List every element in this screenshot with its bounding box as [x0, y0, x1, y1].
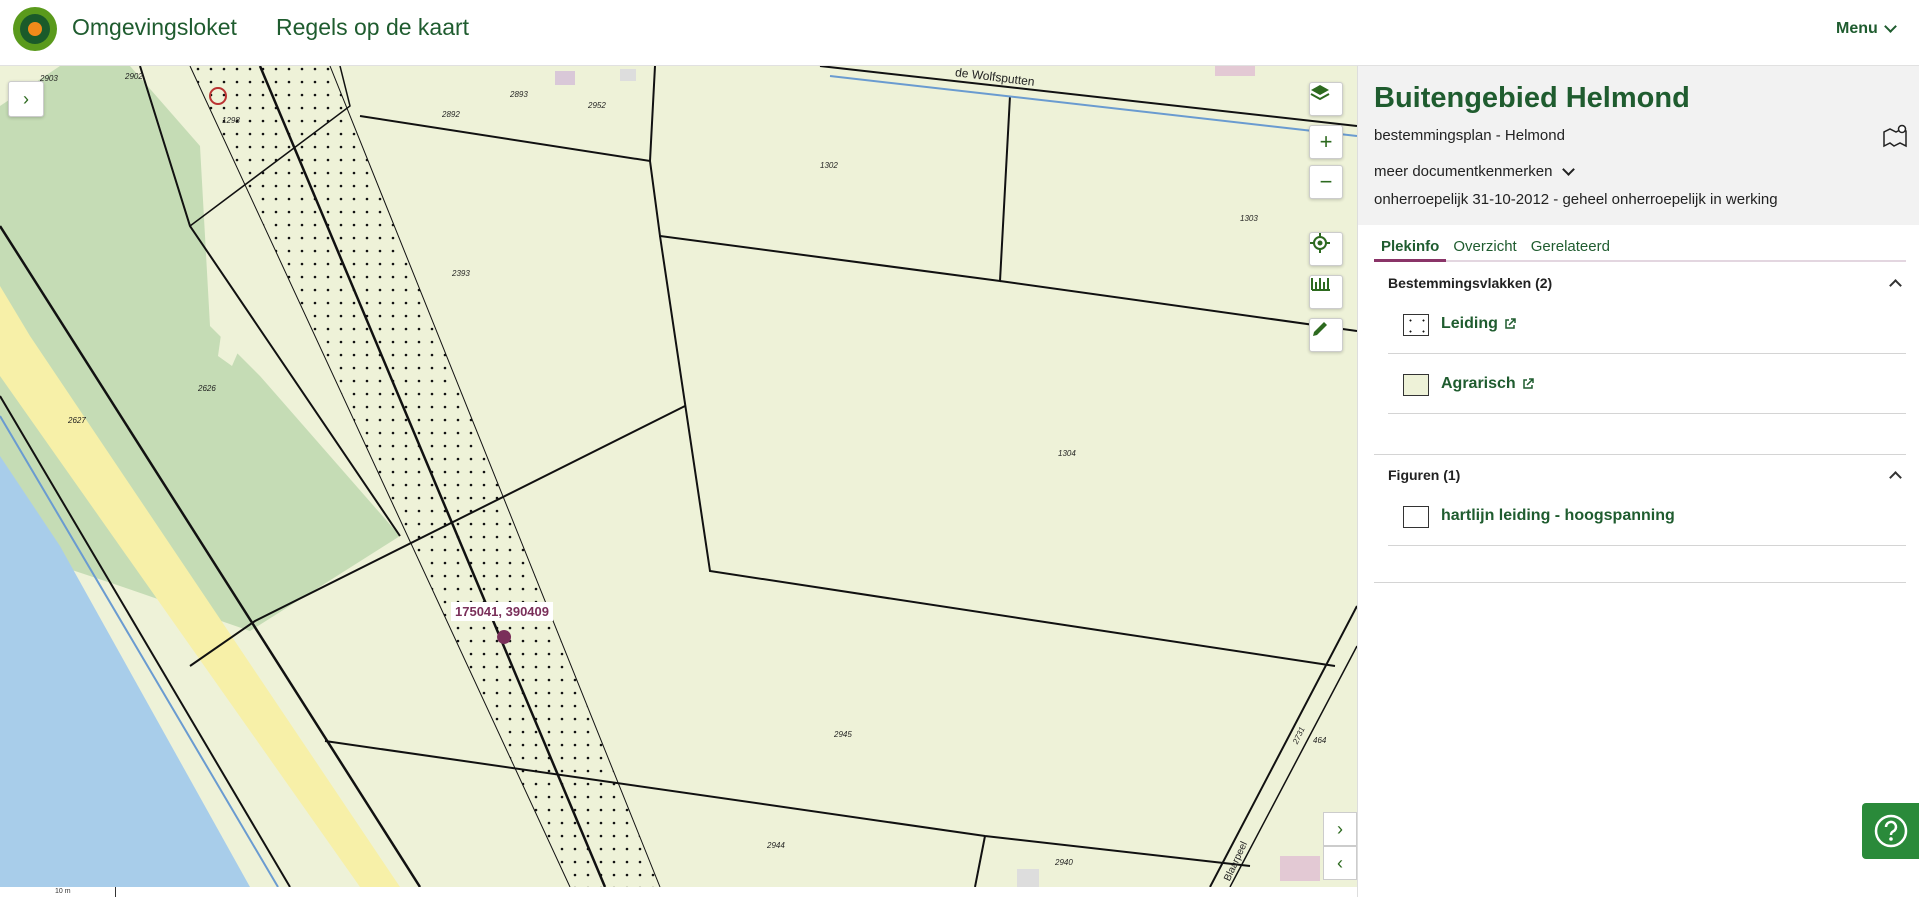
plan-status: onherroepelijk 31-10-2012 - geheel onher…: [1374, 191, 1778, 208]
parcel-label: 1302: [820, 161, 838, 170]
parcel-label: 2627: [68, 416, 86, 425]
building: [555, 71, 575, 85]
collapse-panel-button[interactable]: ‹: [1323, 846, 1357, 880]
app-header: Omgevingsloket Regels op de kaart Menu: [0, 0, 1919, 66]
map-viewer[interactable]: 2903 2902 1298 2892 2893 2952 1302 1303 …: [0, 66, 1357, 887]
figuren-section: Figuren (1) hartlijn leiding - hoogspann…: [1388, 464, 1906, 546]
map-canvas[interactable]: [0, 66, 1357, 887]
plan-subtitle: bestemmingsplan - Helmond: [1374, 127, 1565, 144]
parcel-label: 2944: [767, 841, 785, 850]
help-icon: [1874, 814, 1907, 848]
show-on-map-icon[interactable]: [1882, 124, 1908, 150]
more-document-properties-toggle[interactable]: meer documentkenmerken: [1374, 162, 1576, 180]
crosshair-icon: [1310, 233, 1330, 253]
chevron-up-icon: [1889, 470, 1902, 484]
plan-title: Buitengebied Helmond: [1374, 82, 1690, 114]
parcel-label: 1304: [1058, 449, 1076, 458]
zoom-out-button[interactable]: −: [1309, 165, 1343, 199]
parcel-label: 464: [1313, 736, 1327, 745]
parcel-label: 2393: [452, 269, 470, 278]
chevron-left-icon: ‹: [1337, 852, 1343, 873]
list-item: Agrarisch: [1388, 354, 1906, 414]
chevron-right-icon: ›: [23, 88, 29, 109]
tab-overzicht[interactable]: Overzicht: [1446, 232, 1523, 262]
coordinate-label: 175041, 390409: [451, 602, 553, 621]
parcel-label: 2945: [834, 730, 852, 739]
section-divider: [1374, 454, 1906, 455]
chevron-down-icon: [1883, 20, 1897, 33]
scale-label: 10 m: [55, 888, 71, 895]
section-divider: [1374, 582, 1906, 583]
zoom-in-button[interactable]: +: [1309, 125, 1343, 159]
building: [1280, 856, 1320, 881]
parcel-label: 2952: [588, 101, 606, 110]
item-label: Agrarisch: [1441, 375, 1516, 392]
layers-icon: [1310, 85, 1330, 101]
tab-gerelateerd[interactable]: Gerelateerd: [1524, 232, 1617, 262]
leiding-link[interactable]: Leiding: [1441, 315, 1516, 333]
section-title: Figuren (1): [1388, 467, 1461, 483]
omgevingsloket-logo[interactable]: [13, 7, 57, 51]
list-item: hartlijn leiding - hoogspanning: [1388, 486, 1906, 546]
parcel-label: 2892: [442, 110, 460, 119]
chevron-up-icon: [1889, 278, 1902, 292]
section-title: Bestemmingsvlakken (2): [1388, 275, 1553, 291]
menu-button[interactable]: Menu: [1836, 20, 1897, 38]
my-location-button[interactable]: [1309, 232, 1343, 266]
brand-name[interactable]: Omgevingsloket: [72, 14, 237, 41]
plus-icon: +: [1319, 129, 1333, 154]
building: [1017, 869, 1039, 887]
chevron-down-icon: [1562, 162, 1576, 176]
parcel-label: 2626: [198, 384, 216, 393]
minus-icon: −: [1319, 169, 1333, 194]
help-button[interactable]: [1862, 803, 1919, 859]
draw-button[interactable]: [1309, 318, 1343, 352]
parcel-label: 2902: [125, 72, 143, 81]
info-panel: Buitengebied Helmond bestemmingsplan - H…: [1357, 66, 1919, 897]
chevron-right-icon: ›: [1337, 818, 1343, 839]
external-link-icon: [1522, 378, 1534, 389]
measure-button[interactable]: [1309, 275, 1343, 309]
menu-label: Menu: [1836, 20, 1878, 37]
figuren-header[interactable]: Figuren (1): [1388, 464, 1906, 486]
layers-button[interactable]: [1309, 82, 1343, 116]
tab-plekinfo[interactable]: Plekinfo: [1374, 232, 1447, 262]
plan-header: Buitengebied Helmond bestemmingsplan - H…: [1358, 66, 1919, 225]
pencil-icon: [1313, 322, 1327, 336]
agrarisch-link[interactable]: Agrarisch: [1441, 375, 1534, 393]
parcel-label: 1298: [222, 116, 240, 125]
info-tabs: Plekinfo Overzicht Gerelateerd: [1374, 232, 1906, 262]
leiding-swatch: [1403, 314, 1429, 336]
building: [1215, 66, 1255, 76]
parcel-label: 2940: [1055, 858, 1073, 867]
parcel-label: 1303: [1240, 214, 1258, 223]
parcel-label: 2893: [510, 90, 528, 99]
hartlijn-leiding-link[interactable]: hartlijn leiding - hoogspanning: [1441, 507, 1675, 525]
ruler-icon: [1311, 278, 1330, 291]
expand-left-panel-button[interactable]: ›: [8, 81, 44, 117]
list-item: Leiding: [1388, 294, 1906, 354]
bestemmingsvlakken-header[interactable]: Bestemmingsvlakken (2): [1388, 272, 1906, 294]
item-label: Leiding: [1441, 315, 1498, 332]
bestemmingsvlakken-section: Bestemmingsvlakken (2) Leiding Agrarisch: [1388, 272, 1906, 414]
expand-panel-button[interactable]: ›: [1323, 812, 1357, 846]
scale-bar: 10 m: [0, 887, 1357, 897]
app-title: Regels op de kaart: [276, 14, 470, 40]
scale-tick: [115, 887, 116, 897]
building: [620, 69, 636, 81]
agrarisch-swatch: [1403, 374, 1429, 396]
item-label: hartlijn leiding - hoogspanning: [1441, 507, 1675, 524]
more-document-properties-label: meer documentkenmerken: [1374, 163, 1553, 180]
external-link-icon: [1505, 318, 1516, 329]
hartlijn-swatch: [1403, 506, 1429, 528]
